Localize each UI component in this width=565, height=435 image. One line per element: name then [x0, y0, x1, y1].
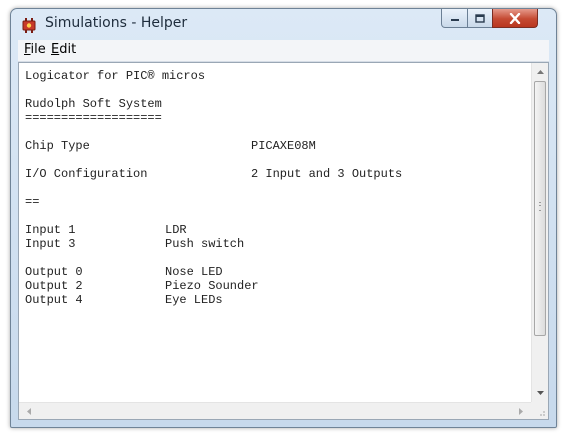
- chip-type-value: PICAXE08M: [251, 139, 316, 153]
- scroll-down-arrow[interactable]: [532, 385, 548, 401]
- maximize-icon: [475, 13, 485, 23]
- minimize-icon: [450, 19, 459, 21]
- menu-edit[interactable]: Edit: [51, 42, 76, 57]
- app-icon[interactable]: [20, 16, 38, 34]
- text-line: ===================: [25, 111, 162, 125]
- input-label: Input 3: [25, 237, 76, 251]
- output-value: Piezo Sounder: [165, 279, 259, 293]
- chip-type-label: Chip Type: [25, 139, 90, 153]
- text-line: Rudolph Soft System: [25, 97, 162, 111]
- menu-edit-accel: E: [51, 42, 60, 57]
- maximize-button[interactable]: [467, 9, 493, 28]
- input-value: LDR: [165, 223, 187, 237]
- title-bar[interactable]: Simulations - Helper: [11, 9, 556, 39]
- io-config-line: I/O Configuration 2 Input and 3 Outputs: [25, 167, 531, 181]
- output-line: Output 4 Eye LEDs: [25, 293, 531, 307]
- output-value: Eye LEDs: [165, 293, 223, 307]
- resize-grip-icon: [540, 411, 545, 416]
- chevron-right-icon: [519, 407, 523, 415]
- vertical-scroll-thumb[interactable]: [534, 81, 546, 336]
- menu-bar: File Edit: [18, 40, 549, 62]
- chevron-up-icon: [536, 70, 544, 74]
- chevron-down-icon: [536, 391, 544, 395]
- menu-file[interactable]: File: [24, 42, 46, 57]
- text-line: Logicator for PIC® micros: [25, 69, 206, 83]
- horizontal-scrollbar[interactable]: [19, 402, 531, 419]
- chevron-left-icon: [27, 407, 31, 415]
- close-icon: [509, 12, 521, 24]
- output-label: Output 2: [25, 279, 83, 293]
- input-value: Push switch: [165, 237, 245, 251]
- resize-grip[interactable]: [531, 402, 548, 419]
- scroll-left-arrow[interactable]: [21, 403, 37, 419]
- output-label: Output 4: [25, 293, 83, 307]
- scroll-grip-icon: [539, 202, 541, 211]
- vertical-scrollbar[interactable]: [531, 63, 548, 402]
- output-value: Nose LED: [165, 265, 223, 279]
- helper-window: Simulations - Helper File Edit Logicator…: [10, 8, 557, 428]
- menu-file-label: ile: [30, 42, 46, 57]
- menu-edit-label: dit: [59, 42, 77, 57]
- io-config-value: 2 Input and 3 Outputs: [251, 167, 403, 181]
- chip-type-line: Chip Type PICAXE08M: [25, 139, 531, 153]
- close-button[interactable]: [492, 9, 538, 28]
- input-label: Input 1: [25, 223, 76, 237]
- text-editor[interactable]: Logicator for PIC® micros Rudolph Soft S…: [18, 62, 549, 420]
- input-line: Input 3 Push switch: [25, 237, 531, 251]
- document-text[interactable]: Logicator for PIC® micros Rudolph Soft S…: [19, 63, 531, 402]
- io-config-label: I/O Configuration: [25, 167, 148, 181]
- scroll-right-arrow[interactable]: [513, 403, 529, 419]
- output-line: Output 0 Nose LED: [25, 265, 531, 279]
- output-line: Output 2 Piezo Sounder: [25, 279, 531, 293]
- minimize-button[interactable]: [441, 9, 468, 28]
- output-label: Output 0: [25, 265, 83, 279]
- window-title: Simulations - Helper: [45, 15, 188, 31]
- input-line: Input 1 LDR: [25, 223, 531, 237]
- scroll-up-arrow[interactable]: [532, 64, 548, 80]
- separator-line: ==: [25, 195, 40, 209]
